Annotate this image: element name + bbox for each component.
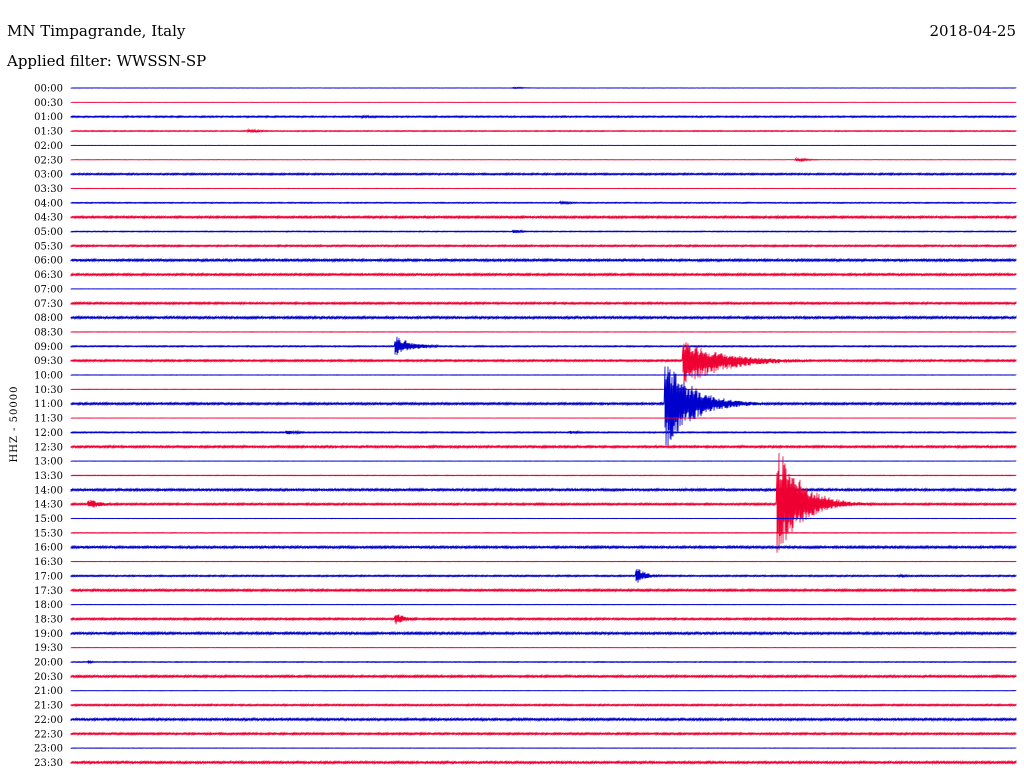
time-tick-label: 11:30	[34, 414, 63, 425]
time-tick-label: 19:30	[34, 643, 63, 654]
time-tick-label: 16:30	[34, 557, 63, 568]
time-tick-label: 10:00	[34, 371, 63, 382]
time-tick-label: 21:00	[34, 686, 63, 697]
time-tick-label: 23:30	[34, 758, 63, 769]
time-tick-label: 05:30	[34, 241, 63, 252]
seismic-trace-0430	[70, 214, 1017, 220]
time-tick-label: 13:30	[34, 471, 63, 482]
time-tick-label: 17:30	[34, 586, 63, 597]
seismic-trace-1530	[70, 531, 1017, 534]
time-tick-label: 07:30	[34, 299, 63, 310]
time-tick-label: 02:30	[34, 155, 63, 166]
time-tick-label: 03:00	[34, 170, 63, 181]
time-tick-label: 16:00	[34, 543, 63, 554]
helicorder-plot: MN Timpagrande, Italy 2018-04-25 Applied…	[0, 0, 1024, 780]
seismic-trace-0800	[70, 314, 1017, 321]
time-tick-label: 03:30	[34, 184, 63, 195]
time-tick-label: 08:00	[34, 313, 63, 324]
time-tick-label: 17:00	[34, 571, 63, 582]
channel-axis-label: HHZ - 50000	[9, 386, 20, 463]
time-tick-label: 04:30	[34, 213, 63, 224]
time-tick-label: 00:00	[34, 84, 63, 95]
time-tick-label: 15:30	[34, 528, 63, 539]
time-tick-label: 10:30	[34, 385, 63, 396]
time-tick-label: 09:30	[34, 356, 63, 367]
seismic-trace-1600	[70, 544, 1017, 550]
time-tick-label: 02:00	[34, 141, 63, 152]
time-tick-label: 07:00	[34, 284, 63, 295]
time-tick-label: 05:00	[34, 227, 63, 238]
seismic-trace-1730	[70, 587, 1017, 593]
time-tick-label: 11:00	[34, 399, 63, 410]
time-tick-label: 22:00	[34, 715, 63, 726]
time-tick-label: 13:00	[34, 457, 63, 468]
time-tick-label: 00:30	[34, 98, 63, 109]
time-tick-label: 04:00	[34, 198, 63, 209]
time-tick-label: 18:00	[34, 600, 63, 611]
time-tick-label: 12:00	[34, 428, 63, 439]
filter-label: Applied filter: WWSSN-SP	[6, 52, 206, 70]
time-tick-label: 20:30	[34, 672, 63, 683]
time-tick-label: 22:30	[34, 729, 63, 740]
seismic-trace-2330	[70, 759, 1017, 766]
seismic-trace-1400	[70, 487, 1017, 493]
time-tick-label: 14:00	[34, 485, 63, 496]
seismic-trace-1330	[70, 474, 1017, 477]
time-tick-label: 15:00	[34, 514, 63, 525]
time-tick-label: 14:30	[34, 500, 63, 511]
time-tick-label: 21:30	[34, 701, 63, 712]
time-tick-label: 01:30	[34, 127, 63, 138]
time-tick-label: 09:00	[34, 342, 63, 353]
time-tick-label: 12:30	[34, 442, 63, 453]
station-title: MN Timpagrande, Italy	[7, 22, 186, 40]
time-tick-label: 19:00	[34, 629, 63, 640]
time-tick-label: 06:00	[34, 256, 63, 267]
time-tick-label: 20:00	[34, 658, 63, 669]
seismic-trace-1230	[70, 444, 1017, 450]
seismic-trace-2230	[70, 731, 1017, 737]
time-tick-label: 01:00	[34, 112, 63, 123]
time-tick-label: 08:30	[34, 327, 63, 338]
time-tick-label: 18:30	[34, 614, 63, 625]
time-tick-label: 06:30	[34, 270, 63, 281]
date-label: 2018-04-25	[930, 22, 1016, 40]
time-tick-label: 23:00	[34, 744, 63, 755]
